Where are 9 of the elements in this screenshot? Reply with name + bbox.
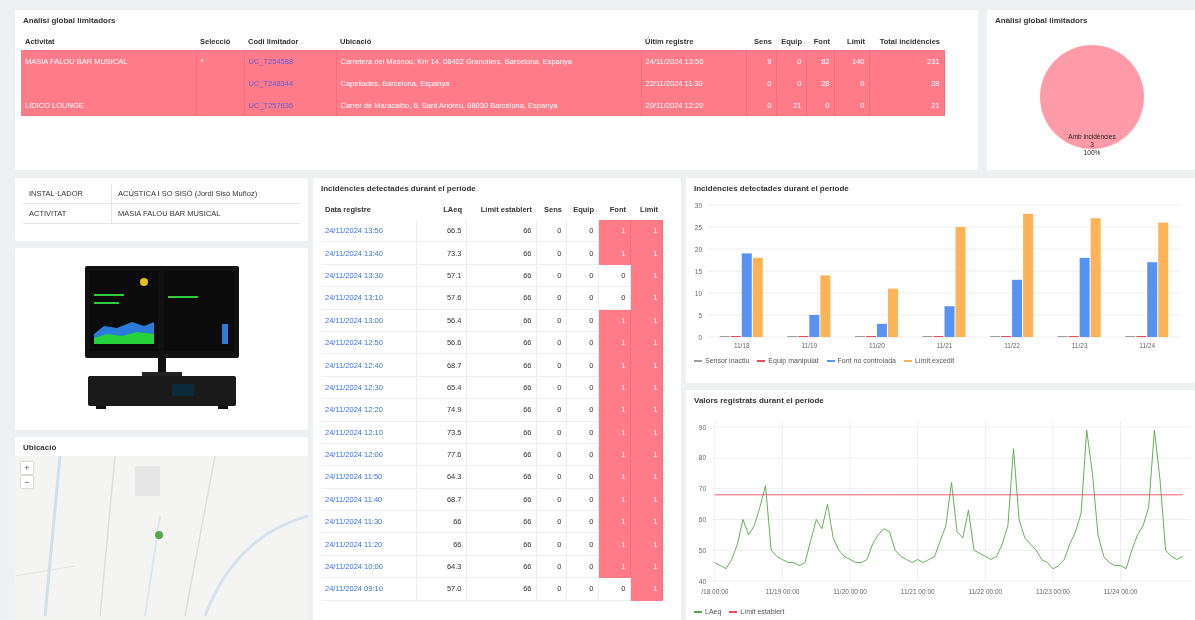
panel-title: Incidències detectades durant el període xyxy=(320,183,477,195)
panel-title: Valors registrats durant el període xyxy=(693,395,825,407)
map-marker-icon[interactable] xyxy=(155,531,163,539)
panel-title: Anàlisi global limitadors xyxy=(22,15,117,27)
panel-title: Ubicació xyxy=(22,442,58,454)
panel-title: Anàlisi global limitadors xyxy=(994,15,1089,27)
panel-title: Incidències detectades durant el període xyxy=(693,183,850,195)
zoom-in-button[interactable]: + xyxy=(21,462,33,474)
zoom-out-button[interactable]: − xyxy=(21,476,33,488)
